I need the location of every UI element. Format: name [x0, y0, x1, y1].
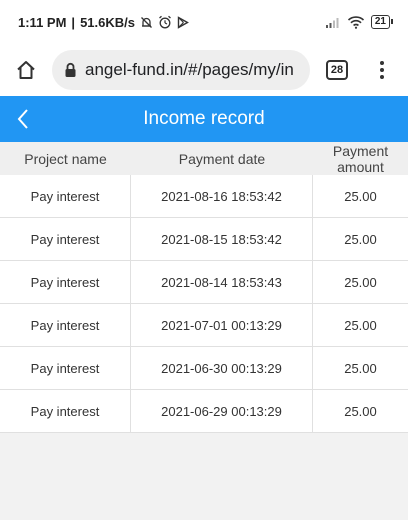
table-row[interactable]: Pay interest 2021-08-15 18:53:42 25.00 — [0, 218, 408, 261]
play-store-icon — [177, 15, 189, 29]
payment-date-cell: 2021-08-15 18:53:42 — [131, 218, 313, 260]
payment-amount-cell: 25.00 — [344, 274, 377, 290]
project-name-cell: Pay interest — [0, 390, 131, 432]
bell-off-icon — [141, 16, 152, 28]
home-icon — [17, 61, 35, 79]
network-speed: 51.6KB/s — [80, 14, 135, 30]
status-right: 21 — [325, 15, 394, 29]
status-separator: | — [71, 14, 76, 30]
browser-menu-button[interactable] — [360, 44, 404, 96]
payment-date-cell: 2021-06-29 00:13:29 — [131, 390, 313, 432]
wifi-icon — [347, 16, 364, 29]
table-header: Project name Payment date Payment amount — [0, 142, 408, 175]
project-name-cell: Pay interest — [0, 347, 131, 389]
status-time: 1:11 PM — [18, 14, 67, 30]
status-left: 1:11 PM | 51.6KB/s — [18, 15, 189, 30]
payment-amount-cell: 25.00 — [344, 231, 377, 247]
payment-amount-cell: 25.00 — [344, 360, 377, 376]
table-row[interactable]: Pay interest 2021-08-14 18:53:43 25.00 — [0, 261, 408, 304]
project-name-cell: Pay interest — [0, 261, 131, 303]
address-bar[interactable]: angel-fund.in/#/pages/my/in — [52, 50, 310, 90]
project-name-cell: Pay interest — [0, 304, 131, 346]
browser-toolbar: angel-fund.in/#/pages/my/in 28 — [0, 44, 408, 96]
app-header: Income record — [0, 96, 408, 142]
table-row[interactable]: Pay interest 2021-08-16 18:53:42 25.00 — [0, 175, 408, 218]
signal-icon — [325, 18, 339, 28]
back-button[interactable] — [8, 102, 38, 136]
alarm-icon — [159, 15, 171, 29]
tab-count: 28 — [326, 60, 348, 80]
payment-date-cell: 2021-08-14 18:53:43 — [131, 261, 313, 303]
battery-icon: 21 — [370, 15, 394, 29]
table-row[interactable]: Pay interest 2021-06-30 00:13:29 25.00 — [0, 347, 408, 390]
more-vert-icon — [380, 61, 384, 79]
chevron-left-icon — [17, 109, 28, 129]
payment-date-cell: 2021-06-30 00:13:29 — [131, 347, 313, 389]
payment-amount-cell: 25.00 — [344, 403, 377, 419]
column-header-payment-date: Payment date — [178, 150, 266, 167]
page-title: Income record — [143, 108, 265, 129]
url-text: angel-fund.in/#/pages/my/in — [85, 60, 294, 79]
payment-date-cell: 2021-07-01 00:13:29 — [131, 304, 313, 346]
table-row[interactable]: Pay interest 2021-07-01 00:13:29 25.00 — [0, 304, 408, 347]
status-bar: 1:11 PM | 51.6KB/s 21 — [0, 0, 408, 44]
project-name-cell: Pay interest — [0, 175, 131, 217]
payment-date-cell: 2021-08-16 18:53:42 — [131, 175, 313, 217]
income-table: Project name Payment date Payment amount… — [0, 142, 408, 433]
column-header-project-name: Project name — [24, 150, 107, 167]
home-button[interactable] — [0, 44, 52, 96]
project-name-cell: Pay interest — [0, 218, 131, 260]
table-row[interactable]: Pay interest 2021-06-29 00:13:29 25.00 — [0, 390, 408, 433]
payment-amount-cell: 25.00 — [344, 317, 377, 333]
payment-amount-cell: 25.00 — [344, 188, 377, 204]
column-header-payment-amount: Payment amount — [332, 142, 389, 175]
lock-icon — [65, 62, 76, 77]
tab-switcher-button[interactable]: 28 — [314, 44, 360, 96]
